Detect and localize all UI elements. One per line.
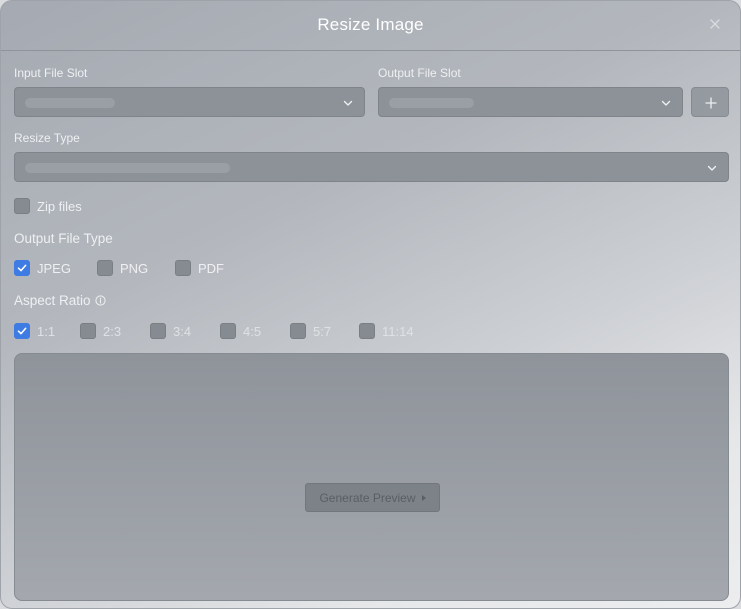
chevron-down-icon — [343, 100, 353, 106]
jpeg-checkbox[interactable] — [14, 260, 30, 276]
ratio-2-3-checkbox[interactable] — [80, 323, 96, 339]
ratio-3-4-label: 3:4 — [173, 323, 192, 339]
dialog-header: Resize Image — [1, 1, 740, 51]
close-icon — [710, 19, 720, 29]
zip-files-option[interactable]: Zip files — [14, 197, 82, 215]
input-file-slot-value — [25, 98, 115, 108]
ratio-5-7-label: 5:7 — [313, 323, 332, 339]
aspect-ratio-option-2-3[interactable]: 2:3 — [80, 322, 121, 340]
output-type-option-jpeg[interactable]: JPEG — [14, 259, 71, 277]
output-file-type-label: Output File Type — [14, 231, 113, 246]
aspect-ratio-label: Aspect Ratio — [14, 293, 91, 308]
add-output-slot-button[interactable] — [691, 87, 729, 117]
output-file-slot-select[interactable] — [378, 87, 683, 117]
input-file-slot-select[interactable] — [14, 87, 365, 117]
output-file-slot-value — [389, 98, 474, 108]
check-icon — [17, 327, 27, 335]
aspect-ratio-option-11-14[interactable]: 11:14 — [359, 322, 414, 340]
png-label: PNG — [120, 260, 149, 276]
chevron-down-icon — [707, 165, 717, 171]
pdf-checkbox[interactable] — [175, 260, 191, 276]
aspect-ratio-option-4-5[interactable]: 4:5 — [220, 322, 261, 340]
generate-preview-button[interactable]: Generate Preview — [305, 483, 440, 512]
ratio-4-5-label: 4:5 — [243, 323, 262, 339]
preview-area: Generate Preview — [14, 353, 729, 601]
jpeg-label: JPEG — [37, 260, 71, 276]
resize-type-select[interactable] — [14, 152, 729, 182]
dialog-title: Resize Image — [317, 15, 424, 34]
output-type-option-png[interactable]: PNG — [97, 259, 148, 277]
resize-type-value — [25, 163, 230, 173]
aspect-ratio-option-1-1[interactable]: 1:1 — [14, 322, 55, 340]
output-file-slot-label: Output File Slot — [378, 66, 461, 80]
plus-icon — [705, 97, 717, 109]
ratio-4-5-checkbox[interactable] — [220, 323, 236, 339]
ratio-2-3-label: 2:3 — [103, 323, 122, 339]
info-icon[interactable] — [94, 295, 106, 306]
play-icon — [421, 494, 426, 501]
resize-image-dialog: Resize Image Input File Slot Output File… — [0, 0, 741, 609]
aspect-ratio-heading: Aspect Ratio — [14, 293, 106, 308]
aspect-ratio-option-5-7[interactable]: 5:7 — [290, 322, 331, 340]
zip-files-checkbox[interactable] — [14, 198, 30, 214]
zip-files-label: Zip files — [37, 198, 82, 214]
generate-preview-label: Generate Preview — [319, 490, 416, 505]
input-file-slot-label: Input File Slot — [14, 66, 88, 80]
check-icon — [17, 264, 27, 272]
ratio-11-14-label: 11:14 — [382, 323, 414, 339]
close-button[interactable] — [706, 15, 724, 33]
resize-type-label: Resize Type — [14, 131, 80, 145]
aspect-ratio-option-3-4[interactable]: 3:4 — [150, 322, 191, 340]
ratio-1-1-label: 1:1 — [37, 323, 56, 339]
ratio-1-1-checkbox[interactable] — [14, 323, 30, 339]
ratio-5-7-checkbox[interactable] — [290, 323, 306, 339]
ratio-3-4-checkbox[interactable] — [150, 323, 166, 339]
chevron-down-icon — [661, 100, 671, 106]
pdf-label: PDF — [198, 260, 224, 276]
png-checkbox[interactable] — [97, 260, 113, 276]
ratio-11-14-checkbox[interactable] — [359, 323, 375, 339]
output-type-option-pdf[interactable]: PDF — [175, 259, 224, 277]
